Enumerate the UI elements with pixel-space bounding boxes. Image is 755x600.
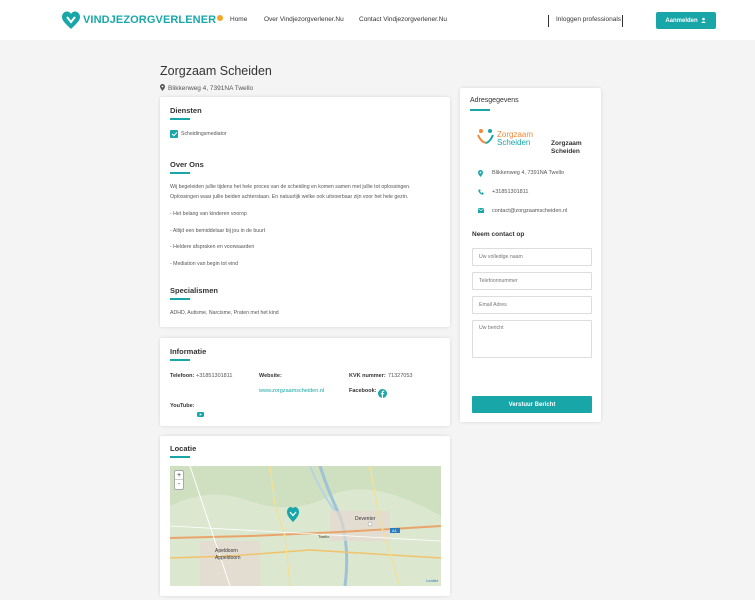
name-input[interactable]	[472, 248, 592, 266]
map-label-a1: A1	[392, 528, 397, 533]
facebook-label: Facebook:	[349, 388, 377, 394]
email-input[interactable]	[472, 296, 592, 314]
location-pin-icon	[478, 170, 484, 177]
location-map[interactable]: Deventer Twello Apeldoorn Appeldoorn A1 …	[170, 466, 441, 586]
map-label-twello: Twello	[318, 534, 330, 539]
sidebar-email-text: contact@zorgzaamscheiden.nl	[492, 208, 568, 214]
about-bullet-1: - Het belang van kinderen voorop	[170, 211, 247, 217]
map-label-apeldoorn: Apeldoorn	[215, 548, 238, 554]
company-logo: Zorgzaam Scheiden	[477, 128, 533, 149]
page-title: Zorgzaam Scheiden	[160, 64, 272, 78]
kvk-value: 71327053	[388, 373, 413, 379]
map-label-appeldoorn: Appeldoorn	[215, 555, 241, 561]
about-paragraph-line-2: Oplossingen waar jullie beiden achtersta…	[170, 194, 409, 200]
nav-contact[interactable]: Contact Vindjezorgverlener.Nu	[359, 16, 447, 23]
about-paragraph-line-1: Wij begeleiden jullie tijdens het hele p…	[170, 184, 411, 190]
map-zoom-control: + -	[174, 470, 184, 490]
about-bullet-4: - Mediation van begin tot eind	[170, 261, 239, 267]
specialisms-heading: Specialismen	[170, 286, 218, 295]
nav-home[interactable]: Home	[230, 16, 247, 23]
map-tiles	[170, 466, 441, 586]
nav-divider-left	[548, 15, 549, 27]
service-checkbox[interactable]	[170, 130, 178, 138]
services-underline	[170, 118, 190, 120]
logo-dot	[217, 15, 224, 21]
message-textarea[interactable]	[472, 320, 592, 358]
contact-heading: Neem contact op	[472, 231, 525, 238]
leaflet-attribution[interactable]: Leaflet	[426, 578, 438, 583]
about-bullet-3: - Heldere afspraken en voorwaarden	[170, 244, 255, 250]
logo-text: VINDJEZORGVERLENER	[83, 14, 217, 26]
envelope-icon	[478, 208, 484, 214]
youtube-icon[interactable]	[197, 404, 204, 422]
specialisms-text: ADHD, Autisme, Narcisme, Praten met het …	[170, 310, 279, 316]
nav-login-professionals[interactable]: Inloggen professionals	[556, 16, 621, 23]
website-link[interactable]: www.zorgzaamscheiden.nl	[259, 388, 324, 394]
people-logo-icon	[477, 128, 495, 149]
company-name-line-2: Scheiden	[551, 148, 580, 155]
address-heading: Adresgegevens	[470, 97, 519, 104]
register-button[interactable]: Aanmelden	[656, 12, 716, 29]
company-name-line-1: Zorgzaam	[551, 140, 582, 147]
phone-input[interactable]	[472, 272, 592, 290]
nav-about[interactable]: Over Vindjezorgverlener.Nu	[264, 16, 344, 23]
register-label: Aanmelden	[665, 17, 698, 24]
company-name: Zorgzaam Scheiden	[551, 140, 582, 156]
user-plus-icon	[701, 17, 707, 25]
services-heading: Diensten	[170, 106, 202, 115]
kvk-label: KVK nummer:	[349, 373, 386, 379]
information-heading: Informatie	[170, 347, 207, 356]
page-address-text: Blikkenweg 4, 7391NA Twello	[168, 85, 254, 92]
map-pin-icon	[160, 84, 165, 93]
sidebar-phone[interactable]: +31851301811	[478, 189, 528, 195]
sidebar-address: Blikkenweg 4, 7391NA Twello	[478, 170, 565, 177]
page-address: Blikkenweg 4, 7391NA Twello	[160, 84, 253, 93]
nav-divider-right	[622, 15, 623, 27]
about-heading: Over Ons	[170, 160, 204, 169]
about-underline	[170, 172, 190, 174]
company-logo-line-2: Scheiden	[497, 137, 531, 147]
map-label-deventer: Deventer	[355, 516, 376, 522]
service-item: Scheidingsmediator	[181, 131, 227, 137]
map-marker-icon[interactable]	[286, 506, 300, 527]
facebook-icon[interactable]	[378, 385, 387, 403]
website-label: Website:	[259, 373, 282, 379]
site-logo[interactable]: VINDJEZORGVERLENER	[60, 9, 224, 31]
site-header: VINDJEZORGVERLENER Home Over Vindjezorgv…	[0, 0, 755, 40]
specialisms-underline	[170, 298, 190, 300]
youtube-label: YouTube:	[170, 403, 195, 409]
heart-pin-logo-icon	[60, 9, 82, 31]
phone-label: Telefoon:	[170, 373, 195, 379]
information-underline	[170, 359, 190, 361]
zoom-out-button[interactable]: -	[175, 480, 183, 489]
about-bullet-2: - Altijd een bemiddelaar bij jou in de b…	[170, 228, 266, 234]
location-heading: Locatie	[170, 444, 197, 453]
sidebar-email[interactable]: contact@zorgzaamscheiden.nl	[478, 208, 567, 214]
zoom-in-button[interactable]: +	[175, 471, 183, 480]
address-underline	[470, 109, 490, 111]
sidebar-address-text: Blikkenweg 4, 7391NA Twello	[492, 170, 565, 176]
location-underline	[170, 456, 190, 458]
phone-value[interactable]: +31851301811	[196, 373, 232, 379]
sidebar-phone-text: +31851301811	[492, 189, 529, 195]
phone-icon	[478, 189, 484, 195]
submit-message-button[interactable]: Verstuur Bericht	[472, 396, 592, 413]
